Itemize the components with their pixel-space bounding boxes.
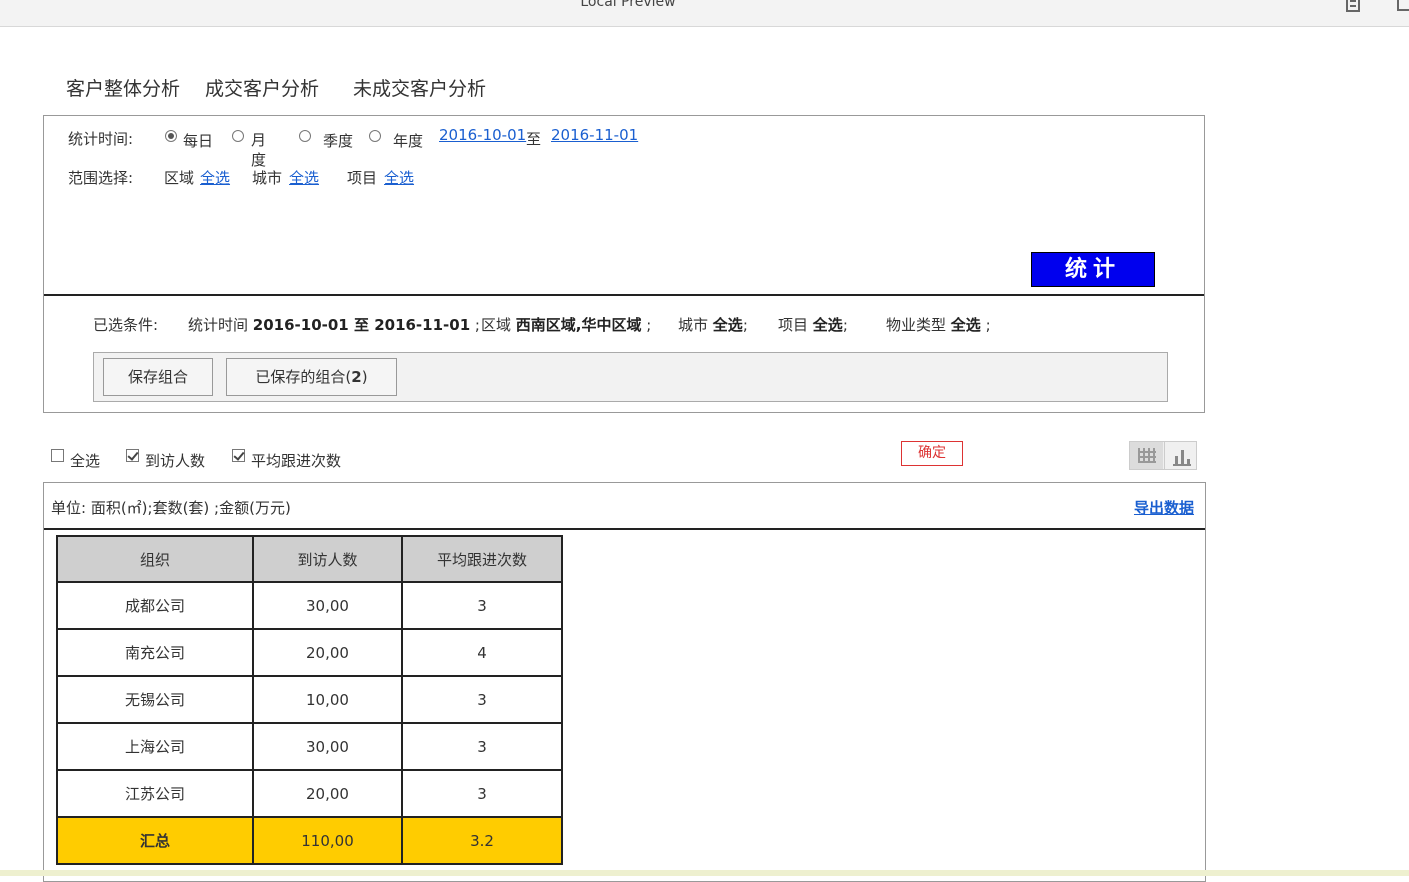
window-titlebar: Local Preview: [0, 0, 1409, 27]
total-label: 汇总: [56, 816, 254, 865]
radio-quarterly[interactable]: [299, 130, 311, 142]
cell-org: 上海公司: [56, 722, 254, 771]
condition-project: 项目 全选;: [778, 316, 848, 334]
view-switcher: [1129, 441, 1197, 470]
total-avg-followup: 3.2: [401, 816, 563, 865]
scope-project-selectall[interactable]: 全选: [384, 167, 414, 188]
cell-visitors: 30,00: [252, 581, 403, 630]
tab-deal[interactable]: 成交客户分析: [205, 74, 319, 101]
bottom-strip: [0, 870, 1409, 876]
filter-panel: 统计时间: 每日 月度 季度 年度 2016-10-01 至 2016-11-0…: [43, 115, 1205, 413]
export-data-link[interactable]: 导出数据: [1134, 497, 1194, 518]
cell-visitors: 10,00: [252, 675, 403, 724]
checkbox-select-all[interactable]: [51, 449, 64, 462]
confirm-button[interactable]: 确定: [901, 441, 963, 466]
external-open-icon[interactable]: [1397, 0, 1409, 11]
scope-city-label: 城市: [252, 169, 283, 187]
table-row: 南充公司 20,00 4: [56, 628, 563, 677]
total-visitors: 110,00: [252, 816, 403, 865]
cell-avg-followup: 3: [401, 581, 563, 630]
result-panel: 单位: 面积(㎡);套数(套) ;金额(万元) 导出数据 组织 到访人数 平均跟…: [43, 482, 1206, 882]
conditions-label: 已选条件:: [93, 316, 159, 334]
end-date-link[interactable]: 2016-11-01: [551, 126, 638, 144]
radio-daily[interactable]: [165, 130, 177, 142]
header-visitors[interactable]: 到访人数: [252, 535, 403, 583]
header-org[interactable]: 组织: [56, 535, 254, 583]
scope-region-selectall[interactable]: 全选: [200, 167, 230, 188]
tab-overall[interactable]: 客户整体分析: [66, 74, 180, 101]
condition-city: 城市 全选;: [678, 316, 748, 334]
cell-org: 无锡公司: [56, 675, 254, 724]
cell-org: 江苏公司: [56, 769, 254, 818]
cell-avg-followup: 3: [401, 722, 563, 771]
result-table: 组织 到访人数 平均跟进次数 成都公司 30,00 3 南充公司 20,00 4…: [56, 535, 563, 865]
cell-visitors: 20,00: [252, 628, 403, 677]
scope-region-label: 区域: [164, 169, 195, 187]
table-row: 江苏公司 20,00 3: [56, 769, 563, 818]
chart-view-button[interactable]: [1164, 442, 1198, 469]
cell-org: 成都公司: [56, 581, 254, 630]
radio-monthly-label: 月度: [251, 131, 267, 169]
radio-yearly-label: 年度: [393, 132, 424, 150]
scope-project-label: 项目: [347, 169, 378, 187]
radio-quarterly-label: 季度: [323, 132, 354, 150]
window-title: Local Preview: [580, 0, 676, 10]
document-icon[interactable]: [1346, 0, 1360, 12]
checkbox-visitors-label: 到访人数: [145, 452, 206, 470]
section-divider: [44, 294, 1204, 296]
stat-button[interactable]: 统计: [1031, 252, 1155, 287]
condition-property-type: 物业类型 全选 ;: [886, 316, 991, 334]
tab-nodeal[interactable]: 未成交客户分析: [353, 74, 486, 101]
header-avg-followup[interactable]: 平均跟进次数: [401, 535, 563, 583]
cell-visitors: 30,00: [252, 722, 403, 771]
cell-org: 南充公司: [56, 628, 254, 677]
table-row: 成都公司 30,00 3: [56, 581, 563, 630]
radio-monthly[interactable]: [232, 130, 244, 142]
total-row: 汇总 110,00 3.2: [56, 816, 563, 865]
combo-toolbar: 保存组合 已保存的组合(2): [93, 352, 1168, 402]
scope-label: 范围选择:: [68, 169, 134, 187]
result-divider: [44, 528, 1205, 530]
condition-region: 区域 西南区域,华中区域 ;: [481, 316, 652, 334]
table-header-row: 组织 到访人数 平均跟进次数: [56, 535, 563, 583]
cell-avg-followup: 3: [401, 769, 563, 818]
date-to-label: 至: [526, 130, 542, 148]
checkbox-select-all-label: 全选: [70, 452, 101, 470]
cell-avg-followup: 3: [401, 675, 563, 724]
table-row: 无锡公司 10,00 3: [56, 675, 563, 724]
bar-chart-icon: [1173, 447, 1191, 466]
checkbox-avg-followup-label: 平均跟进次数: [251, 452, 342, 470]
start-date-link[interactable]: 2016-10-01: [439, 126, 526, 144]
time-label: 统计时间:: [68, 130, 134, 148]
scope-city-selectall[interactable]: 全选: [289, 167, 319, 188]
checkbox-avg-followup[interactable]: [232, 449, 245, 462]
unit-note: 单位: 面积(㎡);套数(套) ;金额(万元): [51, 499, 291, 517]
table-view-button[interactable]: [1130, 442, 1163, 469]
saved-combos-button[interactable]: 已保存的组合(2): [226, 358, 397, 396]
cell-visitors: 20,00: [252, 769, 403, 818]
table-row: 上海公司 30,00 3: [56, 722, 563, 771]
checkbox-visitors[interactable]: [126, 449, 139, 462]
cell-avg-followup: 4: [401, 628, 563, 677]
radio-yearly[interactable]: [369, 130, 381, 142]
condition-time: 统计时间 2016-10-01 至 2016-11-01 ;: [188, 316, 480, 334]
radio-daily-label: 每日: [183, 132, 214, 150]
save-combo-button[interactable]: 保存组合: [103, 358, 213, 396]
table-view-icon: [1138, 448, 1156, 463]
